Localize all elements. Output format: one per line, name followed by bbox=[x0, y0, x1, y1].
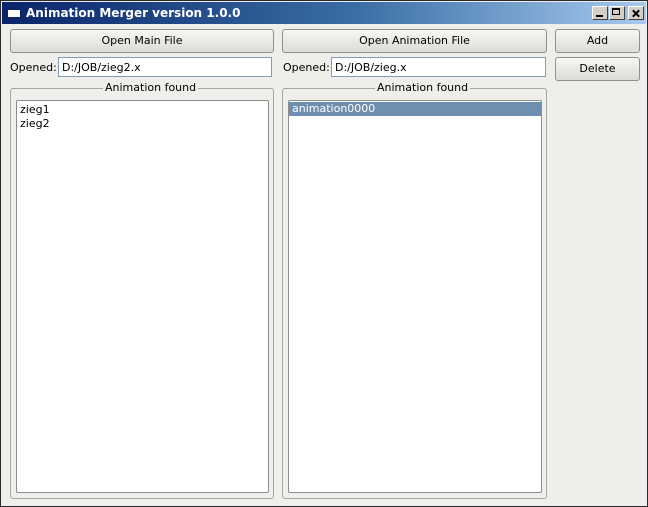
list-item[interactable]: zieg2 bbox=[17, 117, 268, 131]
animation-file-path-field[interactable] bbox=[331, 57, 546, 77]
app-icon bbox=[7, 7, 21, 18]
list-item[interactable]: zieg1 bbox=[17, 103, 268, 117]
window-title: Animation Merger version 1.0.0 bbox=[26, 6, 241, 20]
minimize-icon[interactable] bbox=[592, 6, 608, 20]
animation-found-group: Animation found animation0000 bbox=[282, 81, 547, 499]
open-animation-file-button[interactable]: Open Animation File bbox=[282, 29, 547, 53]
close-icon[interactable] bbox=[628, 6, 644, 20]
animation-found-group-title: Animation found bbox=[375, 81, 471, 94]
main-window: Animation Merger version 1.0.0 Open Main… bbox=[0, 0, 648, 507]
main-animation-list[interactable]: zieg1 zieg2 bbox=[16, 100, 269, 493]
add-button[interactable]: Add bbox=[555, 29, 640, 53]
animation-found-list[interactable]: animation0000 bbox=[288, 100, 542, 493]
delete-button[interactable]: Delete bbox=[555, 57, 640, 81]
list-item[interactable]: animation0000 bbox=[289, 102, 541, 116]
main-animation-group: Animation found zieg1 zieg2 bbox=[10, 81, 274, 499]
main-file-path-field[interactable] bbox=[58, 57, 272, 77]
title-bar[interactable]: Animation Merger version 1.0.0 bbox=[2, 2, 646, 24]
animation-opened-label: Opened: bbox=[283, 61, 330, 74]
main-opened-label: Opened: bbox=[10, 61, 57, 74]
main-animation-group-title: Animation found bbox=[103, 81, 199, 94]
maximize-icon[interactable] bbox=[609, 6, 625, 20]
open-main-file-button[interactable]: Open Main File bbox=[10, 29, 274, 53]
